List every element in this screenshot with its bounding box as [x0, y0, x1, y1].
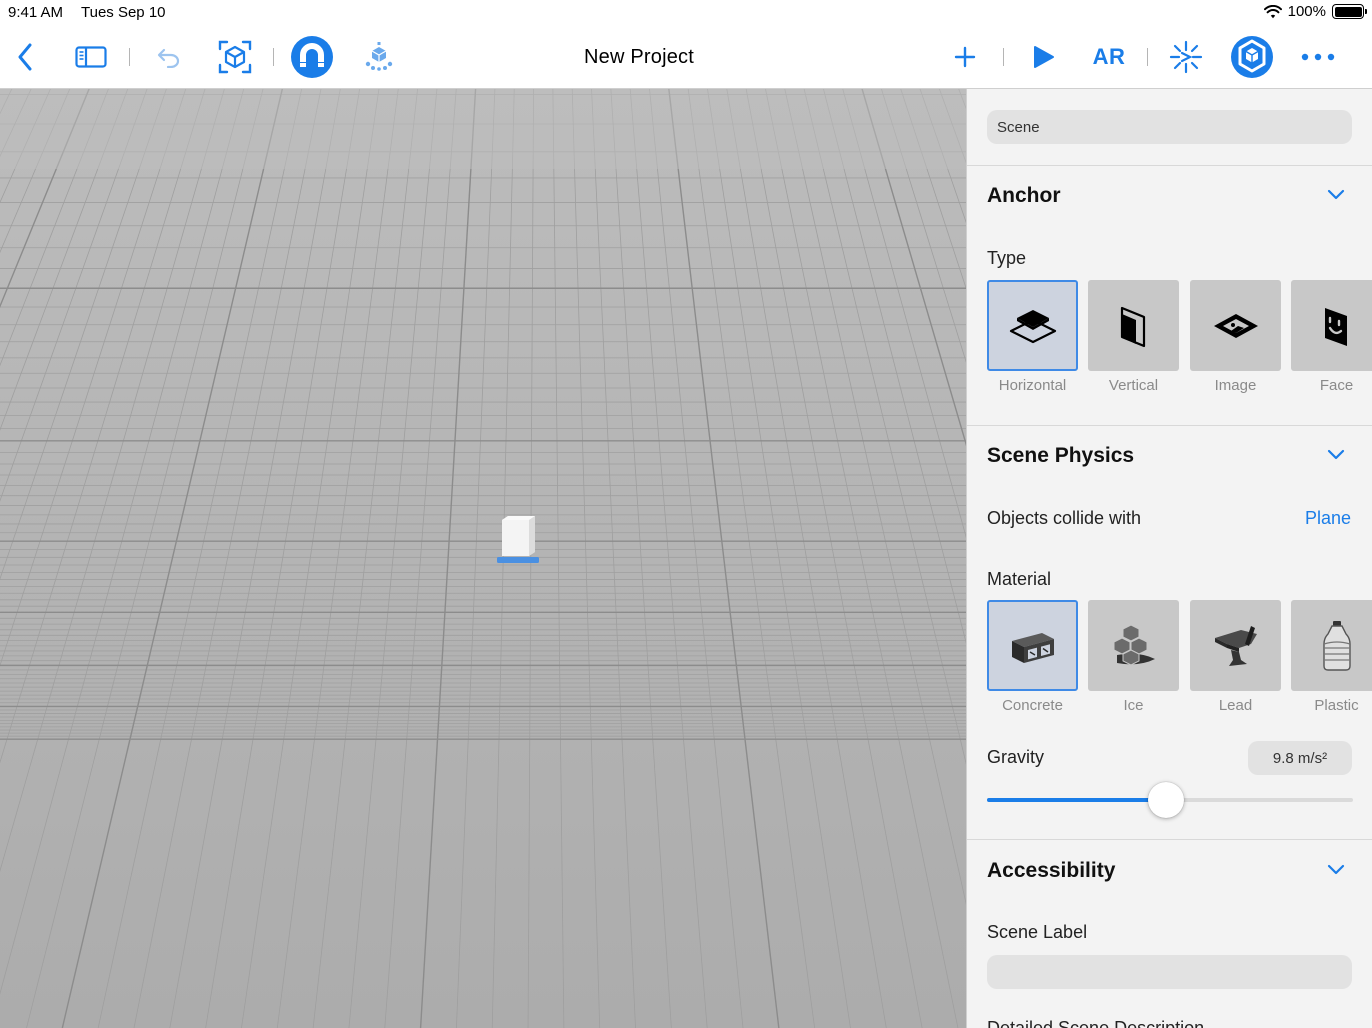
collide-value-button[interactable]: Plane [1305, 508, 1351, 529]
anchor-type-vertical[interactable] [1088, 280, 1179, 371]
sidebar-icon [75, 46, 107, 68]
battery-icon [1332, 4, 1367, 19]
scene-label-label: Scene Label [987, 922, 1088, 942]
anchor-section-title: Anchor [987, 184, 1061, 207]
gravity-value-field[interactable]: 9.8 m/s² [1248, 741, 1352, 775]
gravity-slider-thumb[interactable] [1148, 782, 1185, 818]
gravity-slider[interactable] [987, 782, 1353, 818]
concrete-block-icon [1011, 632, 1054, 663]
scene-name-field[interactable]: Scene [987, 110, 1352, 144]
snap-magnet-button[interactable] [290, 26, 334, 88]
chevron-left-icon [18, 43, 32, 71]
status-time: 9:41 AM [8, 4, 64, 21]
undo-icon [157, 48, 180, 68]
anchor-type-image[interactable] [1190, 280, 1281, 371]
ground-grid [0, 89, 966, 1028]
cube-drop-icon [365, 42, 393, 71]
scene-label-input[interactable] [987, 955, 1352, 989]
scene-viewport[interactable] [0, 89, 966, 1028]
gravity-slider-fill [987, 798, 1167, 802]
vertical-plane-icon [1120, 306, 1145, 347]
gravity-label: Gravity [987, 747, 1045, 767]
accessibility-section-title: Accessibility [987, 859, 1116, 882]
add-button[interactable] [952, 26, 978, 88]
material-concrete[interactable] [987, 600, 1078, 691]
play-icon [1034, 46, 1054, 68]
material-plastic-label: Plastic [1314, 697, 1359, 714]
image-plane-icon [1213, 313, 1258, 338]
face-icon [1324, 307, 1347, 346]
scene-description-label: Detailed Scene Description [987, 1018, 1205, 1028]
crosshair-arrows-icon [1169, 40, 1203, 74]
sidebar-toggle-button[interactable] [74, 26, 108, 88]
material-concrete-label: Concrete [1002, 697, 1063, 714]
anchor-type-horizontal[interactable] [987, 280, 1078, 371]
physics-button[interactable] [361, 26, 397, 88]
back-button[interactable] [10, 26, 40, 88]
anvil-icon [1214, 625, 1257, 666]
status-right: 100% [1263, 3, 1367, 20]
status-bar: 9:41 AM Tues Sep 10 100% [0, 0, 1372, 26]
chevron-down-icon[interactable] [1327, 189, 1345, 201]
physics-section-title: Scene Physics [987, 444, 1135, 467]
ellipsis-icon [1301, 53, 1335, 61]
anchor-type-face[interactable] [1291, 280, 1372, 371]
scene-anchor-button[interactable] [1167, 26, 1205, 88]
inspector-panel: Scene Anchor Type Horizontal Vertical Im… [966, 89, 1372, 1028]
anchor-type-vertical-label: Vertical [1108, 377, 1159, 394]
gravity-value: 9.8 m/s² [1272, 749, 1328, 767]
material-lead-label: Lead [1218, 697, 1253, 714]
undo-button[interactable] [155, 26, 183, 88]
placed-cube[interactable] [497, 514, 541, 564]
plastic-bottle-icon [1322, 620, 1351, 671]
material-plastic[interactable] [1291, 600, 1372, 691]
ice-cubes-icon [1113, 623, 1155, 666]
cube-object-icon [497, 516, 539, 563]
anchor-type-image-label: Image [1214, 377, 1257, 394]
toolbar: New Project AR [0, 26, 1372, 89]
anchor-type-horizontal-label: Horizontal [998, 377, 1067, 394]
play-button[interactable] [1029, 26, 1057, 88]
plus-icon [954, 46, 976, 68]
scene-name: Scene [997, 118, 1040, 136]
material-lead[interactable] [1190, 600, 1281, 691]
object-frame-button[interactable] [216, 26, 254, 88]
horizontal-plane-icon [1009, 309, 1056, 343]
status-date: Tues Sep 10 [81, 4, 166, 21]
scene-properties-button[interactable] [1230, 26, 1274, 88]
ar-button[interactable]: AR [1088, 26, 1130, 88]
chevron-down-icon[interactable] [1327, 449, 1345, 461]
material-ice[interactable] [1088, 600, 1179, 691]
wifi-icon [1263, 4, 1282, 18]
anchor-type-label: Type [987, 248, 1027, 268]
project-title: New Project [583, 45, 694, 68]
battery-percent: 100% [1287, 3, 1326, 20]
collide-label: Objects collide with [987, 508, 1142, 528]
cube-frame-icon [218, 40, 252, 74]
magnet-icon [291, 36, 333, 78]
anchor-type-face-label: Face [1319, 377, 1354, 394]
ar-label: AR [1092, 44, 1126, 69]
more-button[interactable] [1300, 26, 1336, 88]
material-ice-label: Ice [1123, 697, 1144, 714]
chevron-down-icon[interactable] [1327, 864, 1345, 876]
material-label: Material [987, 569, 1052, 589]
gear-cube-icon [1231, 36, 1273, 78]
